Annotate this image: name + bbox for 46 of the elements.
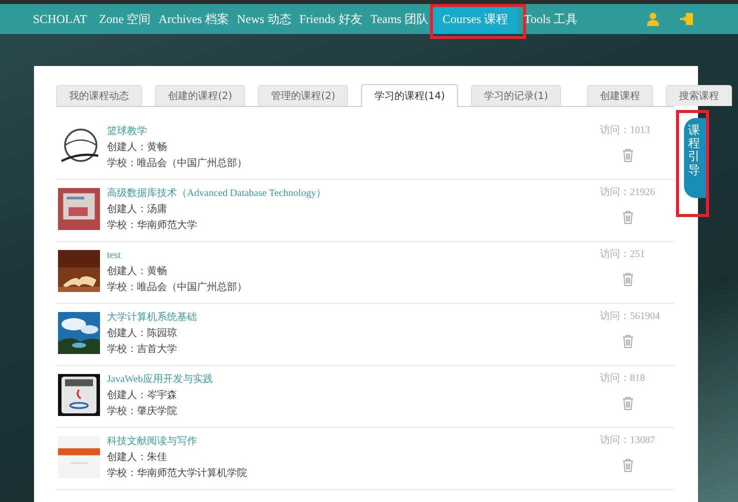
trash-icon[interactable] bbox=[622, 396, 634, 410]
visit-count: 访问：251 bbox=[600, 248, 645, 262]
school-text: 学校：吉首大学 bbox=[107, 342, 178, 357]
visit-count: 访问：21926 bbox=[600, 186, 655, 200]
course-title-link[interactable]: 大学计算机系统基础 bbox=[107, 310, 600, 326]
visit-count: 访问：1013 bbox=[600, 124, 650, 138]
tab[interactable]: 学习的课程(14) bbox=[361, 84, 458, 107]
nav-link[interactable]: Teams 团队 bbox=[366, 4, 432, 34]
tab[interactable]: 管理的课程(2) bbox=[258, 85, 348, 106]
logout-icon[interactable] bbox=[680, 12, 694, 26]
visit-count: 访问：561904 bbox=[600, 310, 660, 324]
creator-text: 创建人：黄畅 bbox=[107, 264, 168, 279]
visit-count: 访问：818 bbox=[600, 372, 645, 386]
brand-link[interactable]: SCHOLAT bbox=[33, 4, 88, 34]
course-title-link[interactable]: 高级数据库技术（Advanced Database Technology） bbox=[107, 186, 600, 202]
course-title-link[interactable]: JavaWeb应用开发与实践 bbox=[107, 372, 600, 388]
nav-link[interactable]: Friends 好友 bbox=[295, 4, 366, 34]
trash-icon[interactable] bbox=[622, 272, 634, 286]
action-button[interactable]: 搜索课程 bbox=[666, 85, 732, 106]
action-button[interactable]: 创建课程 bbox=[587, 85, 654, 106]
school-text: 学校：华南师范大学计算机学院 bbox=[107, 466, 248, 481]
nav-link[interactable]: Zone 空间 bbox=[95, 4, 155, 34]
tab[interactable]: 创建的课程(2) bbox=[155, 85, 246, 106]
course-title-link[interactable]: 科技文献阅读与写作 bbox=[107, 434, 600, 450]
school-text: 学校：唯品会（中国广州总部） bbox=[107, 156, 248, 171]
school-text: 学校：华南师范大学 bbox=[107, 218, 198, 233]
course-title-link[interactable]: test bbox=[107, 248, 600, 264]
creator-text: 创建人：黄畅 bbox=[107, 140, 168, 155]
creator-text: 创建人：陈园琼 bbox=[107, 326, 178, 341]
tab[interactable]: 学习的记录(1) bbox=[470, 85, 562, 106]
creator-text: 创建人：岑宇森 bbox=[107, 388, 178, 403]
tab[interactable]: 我的课程动态 bbox=[56, 85, 142, 106]
trash-icon[interactable] bbox=[622, 148, 634, 162]
trash-icon[interactable] bbox=[622, 210, 634, 224]
creator-text: 创建人：汤庸 bbox=[107, 202, 168, 217]
school-text: 学校：唯品会（中国广州总部） bbox=[107, 280, 248, 295]
nav-link[interactable]: News 动态 bbox=[233, 4, 296, 34]
user-icon[interactable] bbox=[646, 12, 660, 26]
trash-icon[interactable] bbox=[622, 458, 634, 472]
course-guide-tab[interactable]: 课程引导 bbox=[684, 118, 706, 198]
school-text: 学校：肇庆学院 bbox=[107, 404, 178, 419]
creator-text: 创建人：朱佳 bbox=[107, 450, 168, 465]
nav-link[interactable]: Archives 档案 bbox=[154, 4, 233, 34]
trash-icon[interactable] bbox=[622, 334, 634, 348]
visit-count: 访问：13087 bbox=[600, 434, 655, 448]
course-title-link[interactable]: 篮球教学 bbox=[107, 124, 600, 140]
